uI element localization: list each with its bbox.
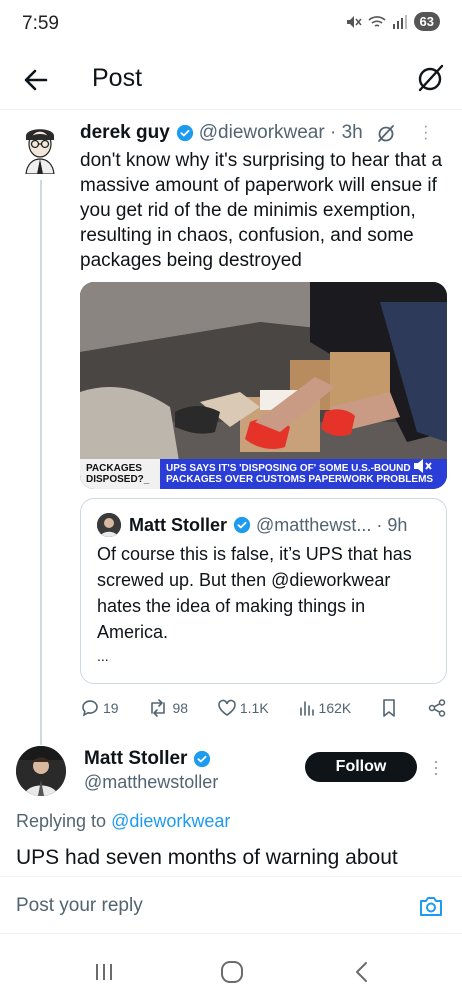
camera-button[interactable] <box>418 893 444 919</box>
verified-badge-icon <box>233 516 251 534</box>
share-icon <box>428 699 446 717</box>
system-nav-bar <box>0 945 462 1000</box>
follow-button[interactable]: Follow <box>305 752 417 782</box>
reply-composer: Post your reply <box>0 876 462 934</box>
replying-prefix: Replying to <box>16 811 107 831</box>
views-icon <box>299 701 314 716</box>
replying-to-mention[interactable]: @dieworkwear <box>111 811 230 831</box>
quote-header: Matt Stoller @matthewst... · 9h <box>97 513 407 537</box>
home-icon <box>221 961 243 983</box>
heart-icon <box>218 699 236 716</box>
author-handle-time[interactable]: @dieworkwear · 3h <box>199 122 363 144</box>
status-icons: 63 <box>344 12 440 31</box>
quote-handle-time: @matthewst... · 9h <box>256 514 408 535</box>
verified-badge-icon <box>194 750 211 768</box>
back-button[interactable] <box>18 62 54 98</box>
recents-button[interactable] <box>90 958 118 986</box>
thread-line <box>40 180 42 745</box>
reply-count: 19 <box>103 700 119 716</box>
video-frame <box>80 282 447 489</box>
reply-more-icon[interactable]: · · · <box>431 752 441 782</box>
repost-button[interactable]: 98 <box>147 698 188 718</box>
status-bar: 7:59 63 <box>0 0 462 48</box>
reply-author-handle[interactable]: @matthewstoller <box>84 772 218 793</box>
mute-button[interactable] <box>411 455 433 477</box>
page-title: Post <box>92 64 143 92</box>
quote-author-name: Matt Stoller <box>129 514 228 535</box>
recents-icon <box>96 964 112 980</box>
bookmark-icon <box>383 699 395 717</box>
grok-icon[interactable] <box>375 122 397 144</box>
post-header: Post <box>0 48 462 110</box>
chyron-right: UPS SAYS IT'S 'DISPOSING OF' SOME U.S.-B… <box>160 459 447 489</box>
grok-icon <box>418 64 444 92</box>
tweet-video[interactable]: PACKAGES DISPOSED?_ UPS SAYS IT'S 'DISPO… <box>80 282 447 489</box>
like-count: 1.1K <box>239 700 269 716</box>
battery-indicator: 63 <box>413 12 440 31</box>
tweet-more-icon[interactable]: · · · <box>423 119 429 147</box>
views-count: 162K <box>318 700 352 716</box>
author-avatar[interactable] <box>18 122 62 174</box>
tweet-actions: 19 98 1.1K 162K <box>80 696 447 720</box>
repost-count: 98 <box>172 700 189 716</box>
camera-icon <box>420 897 442 916</box>
reply-author-avatar[interactable] <box>16 746 66 796</box>
grok-button[interactable] <box>412 60 448 96</box>
wifi-icon <box>367 15 386 27</box>
home-button[interactable] <box>218 958 246 986</box>
reply-text: UPS had seven months of warning about <box>16 846 398 869</box>
like-button[interactable]: 1.1K <box>217 698 269 718</box>
system-back-button[interactable] <box>348 958 376 986</box>
status-time: 7:59 <box>22 13 59 34</box>
reply-author-name[interactable]: Matt Stoller <box>84 748 187 770</box>
reply-author-name-line[interactable]: Matt Stoller <box>84 748 216 770</box>
chyron-left: PACKAGES DISPOSED?_ <box>80 459 160 489</box>
back-arrow-icon <box>24 69 48 91</box>
reply-input[interactable]: Post your reply <box>16 895 143 917</box>
author-name[interactable]: derek guy <box>80 122 170 144</box>
reply-icon <box>82 700 98 717</box>
replying-to-line: Replying to @dieworkwear <box>16 811 230 832</box>
tweet-text: don't know why it's surprising to hear t… <box>80 150 443 271</box>
reply-button[interactable]: 19 <box>80 698 119 718</box>
quote-ellipsis: ... <box>97 648 109 664</box>
verified-badge-icon <box>176 124 193 142</box>
signal-icon <box>392 14 407 29</box>
share-button[interactable] <box>427 698 447 718</box>
mute-status-icon <box>346 15 362 28</box>
quote-body: Of course this is false, it’s UPS that h… <box>97 544 412 642</box>
bookmark-button[interactable] <box>380 698 398 718</box>
news-chyron: PACKAGES DISPOSED?_ UPS SAYS IT'S 'DISPO… <box>80 459 447 489</box>
quoted-tweet[interactable]: Matt Stoller @matthewst... · 9h Of cours… <box>80 498 447 684</box>
quote-author-avatar <box>97 513 121 537</box>
repost-icon <box>151 699 166 717</box>
views-button[interactable]: 162K <box>298 699 352 717</box>
mute-icon <box>414 459 432 473</box>
tweet-header: derek guy @dieworkwear · 3h · · · <box>80 119 429 147</box>
quote-text: Of course this is false, it’s UPS that h… <box>97 541 437 667</box>
chevron-left-icon <box>356 962 367 982</box>
